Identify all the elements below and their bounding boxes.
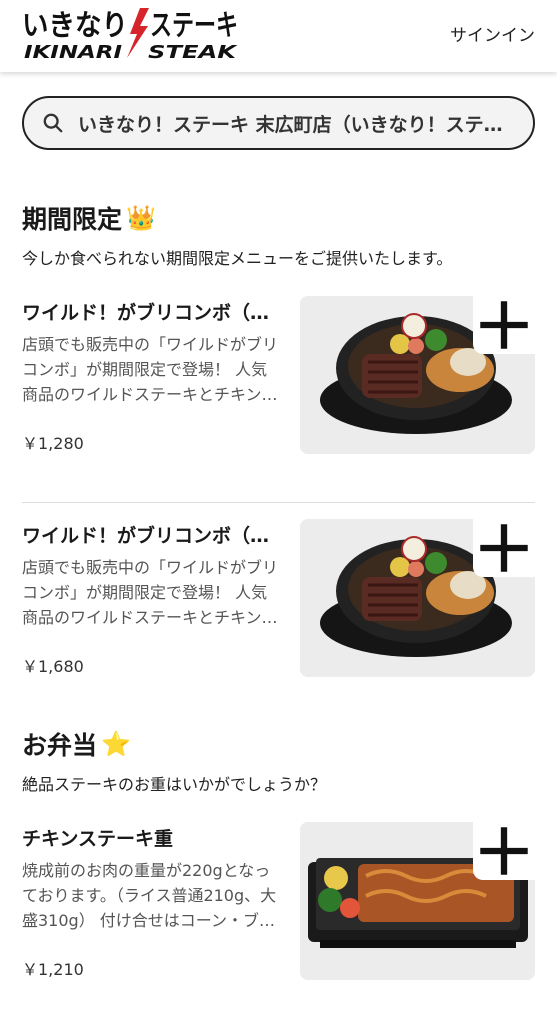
menu-item-description: 店頭でも販売中の「ワイルドがブリコンボ」が期間限定で登場！ 人気商品のワイルドス… <box>22 335 279 404</box>
search-input[interactable] <box>78 112 515 134</box>
menu-item-image <box>300 519 535 677</box>
star-icon: ⭐ <box>101 730 131 758</box>
add-to-cart-button[interactable] <box>473 519 535 577</box>
ikinari-steak-logo[interactable]: いきなり ステーキ IKINARI STEAK <box>22 6 240 63</box>
svg-text:STEAK: STEAK <box>148 42 239 62</box>
svg-text:ステーキ: ステーキ <box>150 8 238 42</box>
add-to-cart-button[interactable] <box>473 296 535 354</box>
menu-item-description: 焼成前のお肉の重量が220gとなっております。（ライス普通210g、大盛310g… <box>22 861 277 930</box>
plus-icon <box>480 301 528 349</box>
menu-item-card[interactable]: チキンステーキ重 焼成前のお肉の重量が220gとなっております。（ライス普通21… <box>22 822 535 980</box>
menu-item-card[interactable]: ワイルド！がブリコンボ（ワイルドステーキ200g＋チキン） 店頭でも販売中の「ワ… <box>22 296 535 454</box>
section-title-text: 期間限定 <box>22 205 123 234</box>
menu-item-price: ￥1,210 <box>22 960 84 979</box>
plus-icon <box>480 827 528 875</box>
svg-text:IKINARI: IKINARI <box>24 42 122 62</box>
menu-item-name: ワイルド！がブリコンボ（ワイルドステーキ300g＋チキン） <box>22 525 284 547</box>
section-title-limited: 期間限定 👑 <box>22 200 156 236</box>
svg-text:いきなり: いきなり <box>22 8 128 42</box>
menu-item-description: 店頭でも販売中の「ワイルドがブリコンボ」が期間限定で登場！ 人気商品のワイルドス… <box>22 558 279 627</box>
search-icon <box>43 113 63 133</box>
menu-item-image <box>300 296 535 454</box>
app-header: いきなり ステーキ IKINARI STEAK サインイン <box>0 0 557 72</box>
section-title-text: お弁当 <box>22 731 98 760</box>
menu-item-image <box>300 822 535 980</box>
crown-icon: 👑 <box>126 204 156 232</box>
section-description: 今しか食べられない期間限定メニューをご提供いたします。 <box>22 249 453 268</box>
store-search-bar[interactable] <box>22 96 535 150</box>
item-divider <box>22 502 535 503</box>
add-to-cart-button[interactable] <box>473 822 535 880</box>
plus-icon <box>480 524 528 572</box>
menu-item-card[interactable]: ワイルド！がブリコンボ（ワイルドステーキ300g＋チキン） 店頭でも販売中の「ワ… <box>22 519 535 677</box>
menu-item-name: チキンステーキ重 <box>22 828 174 850</box>
menu-item-name: ワイルド！がブリコンボ（ワイルドステーキ200g＋チキン） <box>22 302 284 324</box>
menu-item-price: ￥1,280 <box>22 434 84 453</box>
signin-link[interactable]: サインイン <box>450 21 535 46</box>
section-title-bento: お弁当 ⭐ <box>22 726 131 762</box>
section-description: 絶品ステーキのお重はいかがでしょうか？ <box>22 775 327 794</box>
menu-item-price: ￥1,680 <box>22 657 84 676</box>
